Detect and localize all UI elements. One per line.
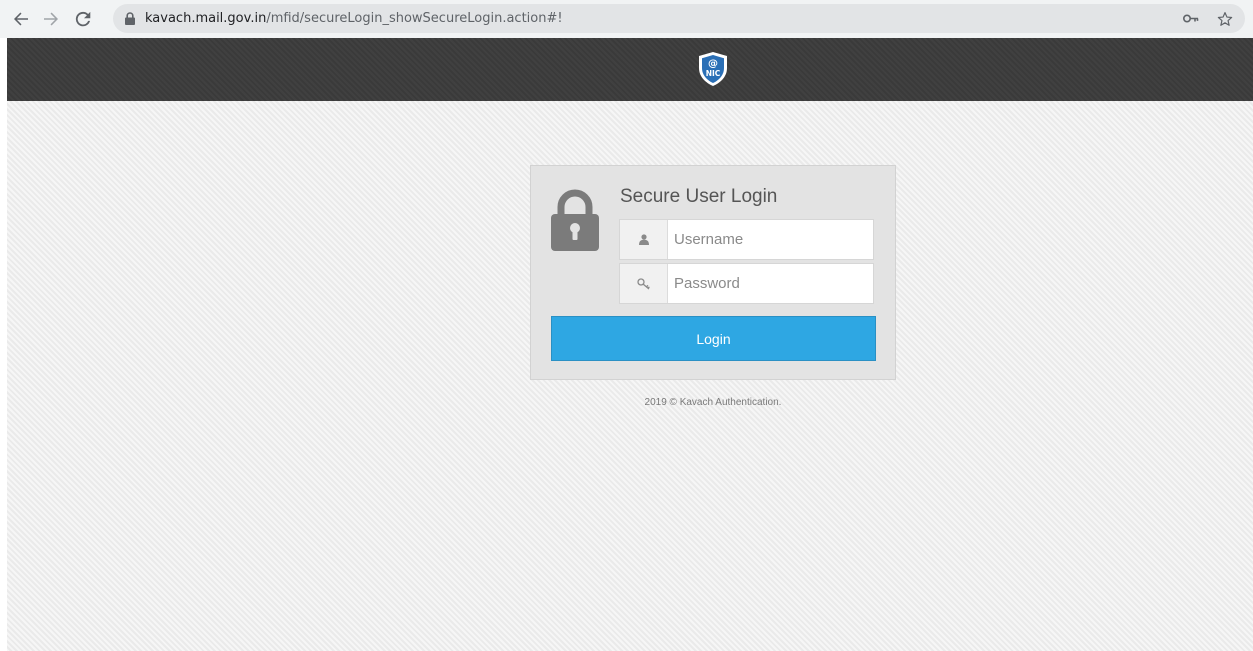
- page-body: Secure User Login Login 2019 © Kavach Au…: [7, 101, 1253, 651]
- login-button[interactable]: Login: [551, 316, 876, 361]
- browser-toolbar: kavach.mail.gov.in/mfid/secureLogin_show…: [0, 0, 1253, 38]
- key-icon[interactable]: [1183, 14, 1199, 23]
- login-panel: Secure User Login Login: [530, 165, 896, 380]
- password-input[interactable]: [668, 264, 873, 303]
- reload-icon[interactable]: [71, 7, 95, 31]
- svg-text:@: @: [708, 59, 718, 70]
- key-icon: [620, 264, 668, 303]
- url-host: kavach.mail.gov.in: [145, 11, 267, 26]
- back-arrow-icon[interactable]: [9, 7, 33, 31]
- site-header: @ NIC: [7, 38, 1253, 101]
- url-text[interactable]: kavach.mail.gov.in/mfid/secureLogin_show…: [145, 11, 563, 26]
- star-icon[interactable]: [1217, 11, 1233, 27]
- address-bar[interactable]: kavach.mail.gov.in/mfid/secureLogin_show…: [113, 4, 1245, 33]
- svg-text:NIC: NIC: [706, 69, 721, 78]
- login-title: Secure User Login: [620, 186, 778, 207]
- footer-copyright: 2019 © Kavach Authentication.: [644, 397, 782, 408]
- username-field: [619, 219, 874, 260]
- username-input[interactable]: [668, 220, 873, 259]
- url-path: /mfid/secureLogin_showSecureLogin.action…: [266, 11, 563, 26]
- address-bar-actions: [1183, 4, 1233, 33]
- password-field: [619, 263, 874, 304]
- lock-icon[interactable]: [125, 12, 137, 26]
- user-icon: [620, 220, 668, 259]
- forward-arrow-icon[interactable]: [39, 7, 63, 31]
- padlock-icon: [550, 188, 600, 252]
- nic-logo: @ NIC: [697, 51, 729, 87]
